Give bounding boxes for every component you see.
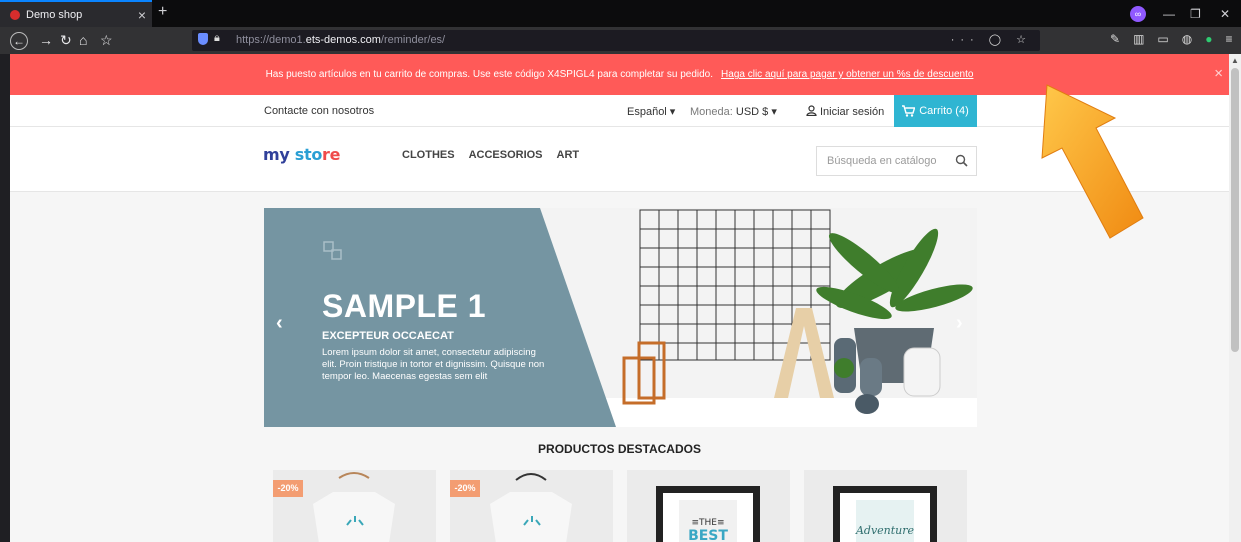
signin-link[interactable]: Iniciar sesión — [806, 105, 884, 118]
tools-icon[interactable]: ✎ — [1110, 32, 1120, 46]
main-menu: CLOTHES ACCESORIOS ART — [402, 149, 579, 161]
product-image: Adventure — [833, 486, 937, 542]
menu-item-clothes[interactable]: CLOTHES — [402, 149, 455, 161]
banner-close-icon[interactable]: × — [1214, 65, 1223, 82]
cart-label: Carrito (4) — [919, 105, 969, 117]
discount-badge: -20% — [273, 480, 303, 497]
product-card[interactable]: ≡THE≡ BEST — [627, 470, 790, 542]
toolbar-icons: ✎ ▥ ▭ ◍ ● ≡ — [1110, 32, 1233, 46]
tab-bar: Demo shop × + ∞ — ❐ ✕ — [0, 0, 1241, 27]
window-close-icon[interactable]: ✕ — [1220, 0, 1230, 27]
reminder-text: Has puesto artículos en tu carrito de co… — [265, 69, 714, 80]
maximize-icon[interactable]: ❐ — [1190, 0, 1201, 27]
scroll-up-icon[interactable]: ▲ — [1231, 56, 1239, 65]
slide-text: Lorem ipsum dolor sit amet, consectetur … — [322, 347, 545, 382]
slide-subtitle: EXCEPTEUR OCCAECAT — [322, 330, 454, 342]
svg-text:≡THE≡: ≡THE≡ — [691, 518, 724, 528]
page-scrollbar[interactable]: ▲ — [1229, 54, 1241, 542]
store-logo[interactable]: my store — [263, 145, 341, 164]
discount-badge: -20% — [450, 480, 480, 497]
forward-icon[interactable]: → — [39, 32, 53, 48]
minimize-icon[interactable]: — — [1163, 0, 1175, 27]
cart-icon — [902, 105, 916, 117]
product-image: ≡THE≡BEST — [656, 486, 760, 542]
sidebar-icon[interactable]: ▭ — [1157, 32, 1168, 46]
tab-title: Demo shop — [26, 8, 83, 21]
product-card[interactable]: -20% — [450, 470, 613, 542]
cart-button[interactable]: Carrito (4) — [894, 95, 977, 127]
home-icon[interactable]: ⌂ — [79, 32, 87, 48]
web-page: Has puesto artículos en tu carrito de co… — [10, 54, 1229, 542]
featured-heading: PRODUCTOS DESTACADOS — [538, 442, 701, 456]
search-placeholder: Búsqueda en catálogo — [827, 155, 937, 167]
product-card[interactable]: -20% — [273, 470, 436, 542]
browser-window: Demo shop × + ∞ — ❐ ✕ ← → ↻ ⌂ ☆ 🔒︎ https… — [0, 0, 1241, 542]
extension-icon[interactable]: ● — [1205, 32, 1212, 46]
slide-deco-icon — [323, 241, 342, 260]
new-tab-button[interactable]: + — [158, 3, 167, 21]
product-card[interactable]: Adventure — [804, 470, 967, 542]
hero-slider: SAMPLE 1 EXCEPTEUR OCCAECAT Lorem ipsum … — [264, 208, 977, 427]
lock-icon[interactable]: 🔒︎ — [214, 32, 220, 45]
tab-close-icon[interactable]: × — [132, 7, 152, 23]
site-favicon-icon — [10, 9, 20, 20]
user-icon — [806, 105, 817, 117]
svg-text:BEST: BEST — [688, 528, 728, 542]
account-icon[interactable]: ◍ — [1182, 32, 1192, 46]
bookmark-icon[interactable]: ☆ — [100, 32, 113, 48]
menu-item-art[interactable]: ART — [557, 149, 580, 161]
top-nav: Contacte con nosotros Español ▾ Moneda: … — [10, 95, 1229, 127]
reload-icon[interactable]: ↻ — [60, 32, 72, 48]
tab-demo-shop[interactable]: Demo shop × — [0, 0, 152, 27]
slider-prev-icon[interactable]: ‹ — [276, 312, 283, 335]
search-input[interactable]: Búsqueda en catálogo — [816, 146, 977, 176]
site-header: my store CLOTHES ACCESORIOS ART Búsqueda… — [10, 127, 1229, 192]
nav-bar: ← → ↻ ⌂ ☆ 🔒︎ https://demo1.ets-demos.com… — [0, 27, 1241, 54]
url-bar[interactable]: 🔒︎ https://demo1.ets-demos.com/reminder/… — [192, 30, 1040, 51]
back-icon[interactable]: ← — [10, 32, 28, 50]
slider-next-icon[interactable]: › — [956, 312, 963, 335]
scrollbar-thumb[interactable] — [1231, 68, 1239, 352]
url-text[interactable]: https://demo1.ets-demos.com/reminder/es/ — [236, 34, 445, 46]
private-browsing-icon: ∞ — [1130, 6, 1146, 22]
checkout-discount-link[interactable]: Haga clic aquí para pagar y obtener un %… — [721, 69, 973, 80]
slide-title: SAMPLE 1 — [322, 288, 487, 324]
page-actions-icon[interactable]: ··· ◯ ☆ — [951, 33, 1032, 46]
svg-text:Adventure: Adventure — [855, 524, 915, 537]
search-icon[interactable] — [955, 154, 968, 167]
library-icon[interactable]: ▥ — [1133, 32, 1144, 46]
contact-link[interactable]: Contacte con nosotros — [264, 105, 374, 117]
menu-icon[interactable]: ≡ — [1225, 32, 1232, 46]
currency-select[interactable]: Moneda: USD $ ▾ — [690, 105, 777, 118]
cart-reminder-banner: Has puesto artículos en tu carrito de co… — [10, 54, 1229, 95]
tracking-shield-icon[interactable] — [198, 33, 208, 45]
menu-item-accesorios[interactable]: ACCESORIOS — [469, 149, 543, 161]
language-select[interactable]: Español ▾ — [627, 105, 675, 118]
